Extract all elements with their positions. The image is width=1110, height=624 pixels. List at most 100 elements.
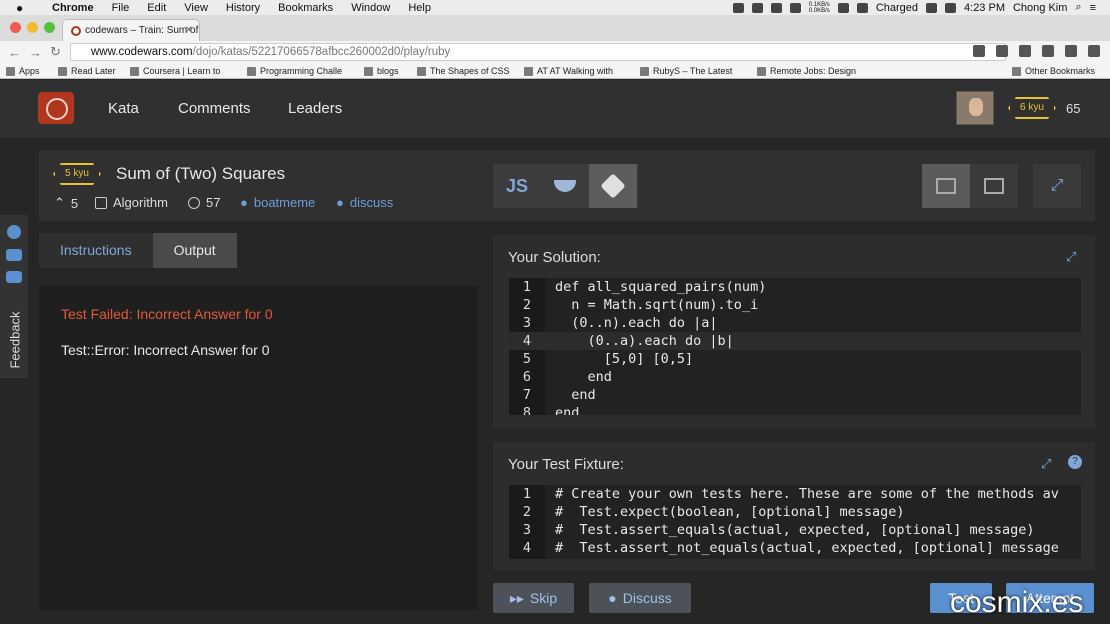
bookmark-ruby5[interactable]: RubyS – The Latest	[640, 66, 732, 76]
menu-file[interactable]: File	[112, 2, 130, 14]
info-icon[interactable]	[7, 225, 21, 239]
code-line[interactable]: 8 end	[509, 404, 1081, 415]
code-line[interactable]: 3 (0..n).each do |a|	[509, 314, 1081, 332]
other-bookmarks[interactable]: Other Bookmarks	[1012, 66, 1095, 76]
chat-bubble-icon: ●	[336, 195, 344, 210]
lang-coffeescript[interactable]	[541, 164, 589, 208]
menu-app[interactable]: Chrome	[52, 2, 94, 14]
bookmark-label: RubyS – The Latest	[653, 66, 733, 76]
code-line[interactable]: 3 # Test.assert_equals(actual, expected, …	[509, 521, 1081, 539]
code-line[interactable]: 1 def all_squared_pairs(num)	[509, 278, 1081, 296]
tab-instructions[interactable]: Instructions	[39, 233, 153, 268]
wrench-icon[interactable]	[1065, 45, 1077, 57]
menu-bookmarks[interactable]: Bookmarks	[278, 2, 333, 14]
nav-comments[interactable]: Comments	[178, 100, 251, 117]
page-icon	[640, 66, 649, 76]
apple-icon[interactable]: ●	[16, 1, 30, 15]
output-panel: Test Failed: Incorrect Answer for 0 Test…	[39, 286, 478, 610]
kata-votes[interactable]: ⌃ 5	[54, 195, 78, 211]
clock-icon[interactable]	[789, 2, 801, 13]
chat-icon[interactable]	[6, 249, 22, 261]
zoom-icon[interactable]	[973, 45, 985, 57]
comment-icon[interactable]	[6, 271, 22, 283]
expand-icon[interactable]: ⤢	[1066, 249, 1076, 265]
code-text: # Create your own tests here. These are …	[555, 486, 1059, 502]
bookmark-blogs[interactable]: blogs	[364, 66, 399, 76]
bookmark-read-later[interactable]: Read Later	[58, 66, 116, 76]
stacked-layout-button[interactable]	[970, 164, 1018, 208]
lang-javascript[interactable]: JS	[493, 164, 541, 208]
upvote-icon: ⌃	[54, 195, 65, 210]
code-line[interactable]: 4 # Test.assert_not_equals(actual, expect…	[509, 539, 1081, 557]
tools-icon[interactable]	[770, 2, 782, 13]
menu-window[interactable]: Window	[351, 2, 390, 14]
kata-author[interactable]: ● boatmeme	[240, 195, 315, 210]
bookmark-remote-jobs[interactable]: Remote Jobs: Design	[757, 66, 856, 76]
menu-help[interactable]: Help	[408, 2, 431, 14]
bookmark-apps[interactable]: Apps	[6, 66, 40, 76]
close-tab-icon[interactable]: ✕	[185, 25, 193, 36]
page-icon	[58, 66, 67, 76]
discuss-label: Discuss	[622, 590, 672, 606]
forward-icon[interactable]: →	[29, 45, 42, 60]
code-text: [5,0] [0,5]	[555, 351, 694, 367]
expand-icon[interactable]: ⤢	[1041, 456, 1051, 472]
code-line[interactable]: 5 [5,0] [0,5]	[509, 350, 1081, 368]
battery-status[interactable]: Charged	[876, 2, 918, 14]
minimize-window-button[interactable]	[27, 22, 38, 33]
back-icon[interactable]: ←	[8, 45, 21, 60]
kata-discuss-link[interactable]: ● discuss	[336, 195, 393, 210]
split-layout-button[interactable]	[922, 164, 970, 208]
skip-button[interactable]: ▸▸ Skip	[493, 583, 574, 613]
code-line[interactable]: 6 end	[509, 368, 1081, 386]
wifi-icon[interactable]	[926, 2, 938, 13]
reload-icon[interactable]: ↻	[50, 44, 61, 60]
list-icon[interactable]: ≡	[1090, 2, 1096, 14]
zoom-window-button[interactable]	[44, 22, 55, 33]
bookmark-at-at[interactable]: AT AT Walking with	[524, 66, 613, 76]
code-text: (0..a).each do |b|	[555, 333, 734, 349]
close-window-button[interactable]	[10, 22, 21, 33]
extension-2-icon[interactable]	[1042, 45, 1054, 57]
fullscreen-button[interactable]: ⤢	[1033, 164, 1081, 208]
address-bar[interactable]: www.codewars.com/dojo/katas/52217066578a…	[70, 43, 1006, 61]
menu-view[interactable]: View	[184, 2, 208, 14]
flag-icon[interactable]	[945, 2, 957, 13]
bluetooth-icon[interactable]	[837, 2, 849, 13]
extension-icon[interactable]	[1019, 45, 1031, 57]
solution-editor[interactable]: 1 def all_squared_pairs(num) 2 n = Math.sq…	[509, 278, 1081, 415]
code-line[interactable]: 7 end	[509, 386, 1081, 404]
code-line[interactable]: 2 n = Math.sqrt(num).to_i	[509, 296, 1081, 314]
menu-history[interactable]: History	[226, 2, 260, 14]
code-line[interactable]: 2 # Test.expect(boolean, [optional] messa…	[509, 503, 1081, 521]
discuss-button[interactable]: ● Discuss	[589, 583, 691, 613]
menu-edit[interactable]: Edit	[147, 2, 166, 14]
line-number: 4	[522, 333, 531, 349]
clock-time[interactable]: 4:23 PM	[964, 2, 1005, 14]
browser-tab[interactable]: codewars – Train: Sum of ✕	[62, 19, 200, 41]
kata-title: Sum of (Two) Squares	[116, 164, 286, 183]
bookmark-label: blogs	[377, 66, 399, 76]
bookmark-coursera[interactable]: Coursera | Learn to	[130, 66, 220, 76]
dropbox-icon[interactable]	[732, 2, 744, 13]
menu-icon[interactable]	[1088, 45, 1100, 57]
spotlight-icon[interactable]: ⌕	[1075, 1, 1081, 14]
codewars-logo-icon[interactable]	[38, 92, 74, 124]
code-text: def all_squared_pairs(num)	[555, 279, 767, 295]
fixture-editor[interactable]: 1 # Create your own tests here. These are…	[509, 485, 1081, 559]
avatar[interactable]	[956, 91, 994, 125]
feedback-tab[interactable]: Feedback	[8, 311, 23, 368]
evernote-icon[interactable]	[751, 2, 763, 13]
code-line[interactable]: 1 # Create your own tests here. These are…	[509, 485, 1081, 503]
help-icon[interactable]: ?	[1068, 455, 1082, 469]
user-name[interactable]: Chong Kim	[1013, 2, 1067, 14]
battery-icon[interactable]	[856, 2, 868, 13]
bookmark-shapes-css[interactable]: The Shapes of CSS	[417, 66, 510, 76]
lang-ruby[interactable]	[589, 164, 637, 208]
star-icon[interactable]	[996, 45, 1008, 57]
nav-leaders[interactable]: Leaders	[288, 100, 342, 117]
tab-output[interactable]: Output	[152, 233, 237, 268]
code-line[interactable]: 4 (0..a).each do |b|	[509, 332, 1081, 350]
bookmark-programming[interactable]: Programming Challe	[247, 66, 342, 76]
nav-kata[interactable]: Kata	[108, 100, 139, 117]
